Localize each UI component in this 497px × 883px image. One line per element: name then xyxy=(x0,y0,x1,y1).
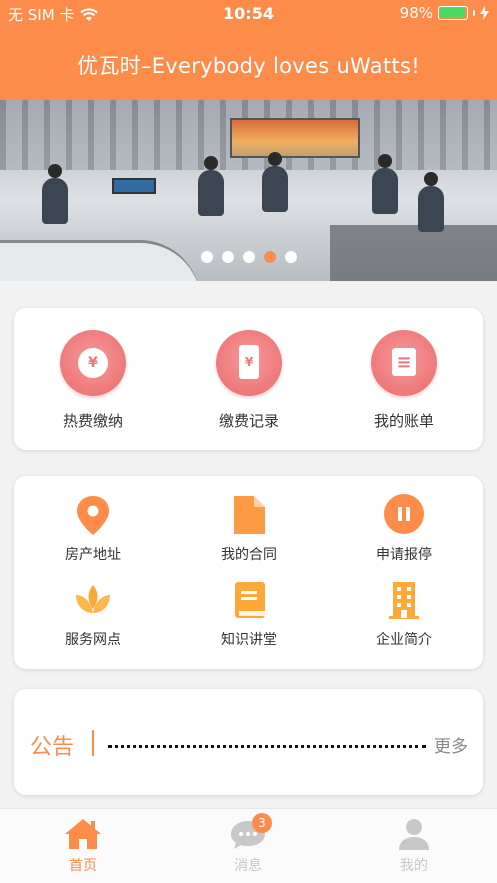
banner-carousel[interactable] xyxy=(0,100,497,281)
tab-bar: 首页 3 消息 我的 xyxy=(0,808,497,883)
pay-heating-label: 热费缴纳 xyxy=(62,412,123,430)
tab-messages[interactable]: 3 消息 xyxy=(198,813,298,875)
carousel-dot[interactable] xyxy=(221,251,234,263)
notice-title: 公告 xyxy=(30,735,75,760)
payment-card: ¥ 热费缴纳 ¥ 缴费记录 ≡ 我的账单 xyxy=(14,308,483,450)
carousel-indicator[interactable] xyxy=(0,251,497,263)
document-icon xyxy=(229,494,269,536)
carousel-dot[interactable] xyxy=(284,251,297,263)
property-address-button[interactable]: 房产地址 xyxy=(33,494,153,564)
status-bar: 无 SIM 卡 10:54 98% xyxy=(0,0,497,28)
chat-icon: 3 xyxy=(228,813,272,851)
my-contract-button[interactable]: 我的合同 xyxy=(189,494,309,564)
my-bill-label: 我的账单 xyxy=(373,412,434,430)
carousel-dot[interactable] xyxy=(200,251,213,263)
payment-records-button[interactable]: ¥ 缴费记录 xyxy=(189,330,309,431)
lotus-icon xyxy=(73,579,113,621)
battery-icon xyxy=(438,6,468,20)
carousel-dot[interactable] xyxy=(263,251,276,263)
tab-messages-label: 消息 xyxy=(234,858,262,874)
tab-profile-label: 我的 xyxy=(400,858,428,874)
service-outlets-button[interactable]: 服务网点 xyxy=(33,579,153,649)
pay-heating-button[interactable]: ¥ 热费缴纳 xyxy=(33,330,153,431)
tab-home-label: 首页 xyxy=(69,858,97,874)
bill-icon: ≡ xyxy=(371,330,437,396)
building-icon xyxy=(384,579,424,621)
carousel-dot[interactable] xyxy=(242,251,255,263)
yen-coin-icon: ¥ xyxy=(60,330,126,396)
payment-records-label: 缴费记录 xyxy=(218,412,279,430)
notice-more-link[interactable]: 更多 xyxy=(434,732,468,757)
home-icon xyxy=(63,817,103,851)
tab-profile[interactable]: 我的 xyxy=(364,817,464,875)
services-card: 房产地址 我的合同 申请报停 服务网点 知识讲堂 企业简介 xyxy=(14,476,483,669)
notice-card[interactable]: 公告 更多 xyxy=(14,689,483,795)
receipt-icon: ¥ xyxy=(216,330,282,396)
tab-home[interactable]: 首页 xyxy=(33,817,133,875)
knowledge-hall-button[interactable]: 知识讲堂 xyxy=(189,579,309,649)
pause-icon xyxy=(384,494,424,536)
location-pin-icon xyxy=(73,494,113,536)
page-title: 优瓦时–Everybody loves uWatts! xyxy=(77,54,420,78)
notice-ticker[interactable] xyxy=(108,745,426,748)
app-header: 无 SIM 卡 10:54 98% 优瓦时–Everybody loves uW… xyxy=(0,0,497,100)
apply-suspension-button[interactable]: 申请报停 xyxy=(344,494,464,564)
message-badge: 3 xyxy=(252,813,272,833)
user-icon xyxy=(394,817,434,851)
company-profile-button[interactable]: 企业简介 xyxy=(344,579,464,649)
book-icon xyxy=(229,579,269,621)
battery-percent: 98% xyxy=(399,4,433,22)
charging-icon xyxy=(480,6,489,20)
my-bill-button[interactable]: ≡ 我的账单 xyxy=(344,330,464,431)
notice-divider xyxy=(92,730,94,756)
